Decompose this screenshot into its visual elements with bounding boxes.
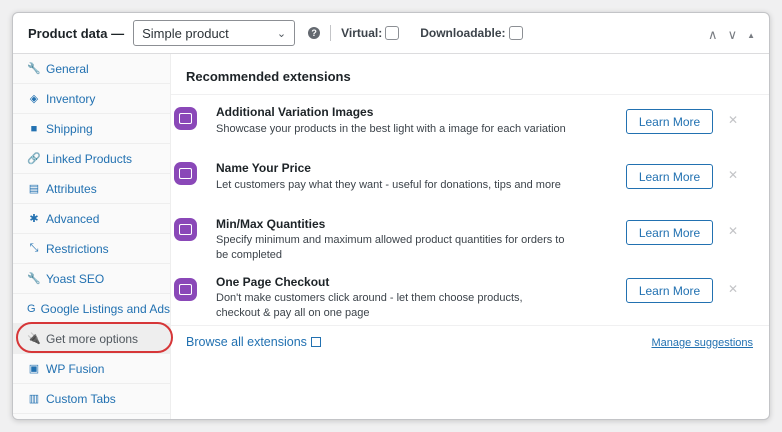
extension-description: Let customers pay what they want - usefu… [216, 179, 561, 191]
recommended-extensions-title: Recommended extensions [171, 54, 769, 95]
move-down-icon[interactable]: ∨ [728, 27, 738, 43]
extension-title: Min/Max Quantities [216, 217, 326, 231]
sidebar-item-advanced[interactable]: ✱ Advanced [13, 204, 170, 234]
wp-fusion-icon: ▣ [28, 363, 40, 375]
extension-icon [174, 278, 197, 301]
sidebar-item-restrictions[interactable]: ⤡ Restrictions [13, 234, 170, 264]
highlight-annotation [16, 322, 173, 353]
extension-item: Min/Max Quantities Specify minimum and m… [171, 209, 757, 265]
sidebar-item-linked-products[interactable]: 🔗 Linked Products [13, 144, 170, 174]
yoast-icon: 🔧 [27, 273, 41, 285]
sidebar-item-shipping[interactable]: ■ Shipping [13, 114, 170, 144]
downloadable-label: Downloadable: [420, 26, 506, 40]
extension-description: Showcase your products in the best light… [216, 123, 566, 135]
sidebar-item-label: WP Fusion [46, 361, 105, 376]
browse-all-extensions-label: Browse all extensions [186, 335, 307, 349]
downloadable-option: Downloadable: [420, 26, 523, 40]
extension-icon [174, 107, 197, 130]
extension-title: Name Your Price [216, 161, 311, 175]
learn-more-button[interactable]: Learn More [626, 278, 713, 303]
extension-description: Specify minimum and maximum allowed prod… [216, 234, 565, 261]
chevron-down-icon: ⌄ [276, 27, 287, 40]
sidebar-item-label: Linked Products [46, 151, 133, 166]
dismiss-icon[interactable]: ✕ [728, 168, 738, 182]
extension-item: Additional Variation Images Showcase you… [171, 98, 757, 154]
truck-icon: ■ [30, 122, 38, 135]
sidebar-item-label: Shipping [46, 121, 93, 136]
dismiss-icon[interactable]: ✕ [728, 282, 738, 296]
extension-item: One Page Checkout Don't make customers c… [171, 268, 757, 324]
sidebar-item-inventory[interactable]: ◈ Inventory [13, 84, 170, 114]
external-link-icon [310, 337, 321, 347]
sidebar-item-label: Inventory [46, 91, 96, 106]
move-up-icon[interactable]: ∧ [708, 27, 718, 43]
sidebar-item-label: General [46, 61, 89, 76]
extension-description: Don't make customers click around - let … [216, 292, 523, 319]
sidebar-item-yoast-seo[interactable]: 🔧 Yoast SEO [13, 264, 170, 294]
tabs-icon: ▥ [28, 393, 40, 405]
sidebar-item-google-listings-and-ads[interactable]: G Google Listings and Ads [13, 294, 170, 324]
manage-suggestions-link[interactable]: Manage suggestions [651, 337, 753, 349]
learn-more-button[interactable]: Learn More [626, 220, 713, 245]
wrench-icon: 🔧 [27, 63, 41, 75]
collapse-toggle-icon[interactable]: ▲ [747, 31, 755, 40]
dismiss-icon[interactable]: ✕ [728, 113, 738, 127]
browse-all-extensions-link[interactable]: Browse all extensions [186, 335, 321, 349]
product-data-panel: Product data — Simple product ⌄ ? Virtua… [12, 12, 770, 420]
panel-controls: ∧ ∨ ▲ [708, 27, 755, 43]
restrictions-icon: ⤡ [29, 242, 39, 254]
google-icon: G [27, 302, 36, 315]
virtual-checkbox[interactable] [385, 26, 400, 40]
sidebar-item-wp-fusion[interactable]: ▣ WP Fusion [13, 354, 170, 384]
sidebar-item-label: Google Listings and Ads [40, 301, 170, 316]
product-data-tabs: 🔧 General ◈ Inventory ■ Shipping 🔗 Linked Produ… [13, 54, 171, 419]
extension-icon [174, 162, 197, 185]
sidebar-item-custom-tabs[interactable]: ▥ Custom Tabs [13, 384, 170, 414]
tag-icon: ◈ [29, 93, 39, 105]
dismiss-icon[interactable]: ✕ [728, 224, 738, 238]
virtual-option: Virtual: [341, 26, 400, 40]
sidebar-item-label: Yoast SEO [46, 271, 105, 286]
downloadable-checkbox[interactable] [508, 26, 523, 40]
extension-title: Additional Variation Images [216, 105, 374, 119]
sidebar-item-label: Advanced [46, 211, 100, 226]
extension-item: Name Your Price Let customers pay what t… [171, 154, 757, 210]
list-table-icon: ▤ [28, 183, 40, 195]
extension-title: One Page Checkout [216, 275, 330, 289]
sidebar-item-label: Restrictions [46, 241, 109, 256]
recommended-extensions: Recommended extensions Additional Variat… [171, 54, 769, 419]
sidebar-item-label: Attributes [46, 181, 97, 196]
learn-more-button[interactable]: Learn More [626, 164, 713, 189]
link-icon: 🔗 [27, 153, 41, 165]
learn-more-button[interactable]: Learn More [626, 109, 713, 134]
product-data-body: 🔧 General ◈ Inventory ■ Shipping 🔗 Linked Produ… [13, 54, 769, 419]
sidebar-item-label: Custom Tabs [46, 391, 116, 406]
product-data-title: Product data — [28, 25, 125, 41]
virtual-label: Virtual: [341, 26, 383, 40]
product-type-value: Simple product [142, 25, 229, 41]
sidebar-item-attributes[interactable]: ▤ Attributes [13, 174, 170, 204]
gear-icon: ✱ [29, 213, 39, 225]
product-data-header: Product data — Simple product ⌄ ? Virtua… [13, 13, 769, 54]
extension-icon [174, 218, 197, 241]
header-divider [330, 25, 332, 41]
help-icon[interactable]: ? [308, 27, 321, 39]
extensions-footer: Browse all extensions Manage suggestions [171, 325, 769, 353]
sidebar-item-general[interactable]: 🔧 General [13, 54, 170, 84]
product-type-select[interactable]: Simple product ⌄ [133, 20, 296, 46]
